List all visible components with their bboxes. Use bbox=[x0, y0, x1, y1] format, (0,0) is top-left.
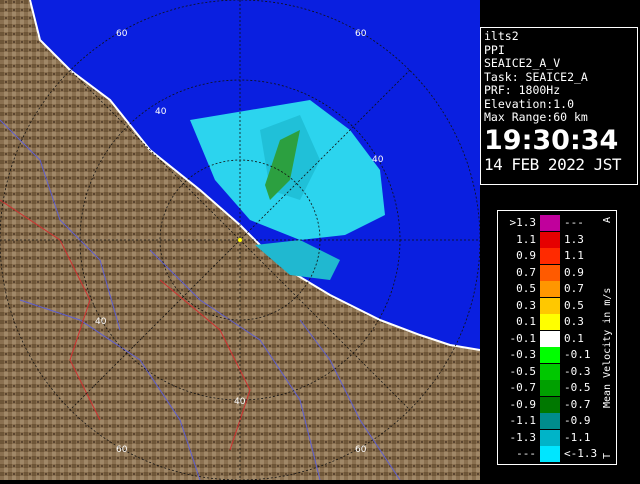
max-range-value: Max Range:60 km bbox=[484, 110, 588, 124]
ring-label-40-right: 40 bbox=[372, 155, 384, 165]
legend-row: 0.3 0.5 bbox=[502, 297, 594, 314]
legend-row: -0.9 -0.7 bbox=[502, 396, 594, 413]
legend-low-value: -0.5 bbox=[509, 364, 537, 378]
prf-value: PRF: 1800Hz bbox=[484, 83, 561, 97]
scan-time: 19:30:34 bbox=[484, 124, 619, 156]
legend-color-swatch bbox=[540, 380, 560, 396]
product-name: SEAICE2_A_V bbox=[484, 56, 561, 70]
ring-label-60-right: 60 bbox=[355, 29, 367, 39]
legend-low-value: -1.1 bbox=[509, 414, 537, 427]
legend-high-value: -1.1 bbox=[564, 430, 591, 444]
legend-high-value: -0.1 bbox=[564, 348, 591, 361]
elevation-value: Elevation:1.0 bbox=[484, 96, 575, 111]
legend-corner-top: A bbox=[602, 217, 613, 223]
scan-date: 14 FEB 2022 JST bbox=[484, 154, 622, 174]
legend-unit-text: Mean Velocity in m/s bbox=[602, 288, 613, 408]
legend-row: 0.1 0.3 bbox=[502, 314, 594, 330]
legend-color-swatch bbox=[540, 297, 560, 314]
ring-label-40-top: 40 bbox=[155, 107, 167, 117]
legend-high-value: --- bbox=[564, 216, 584, 229]
legend-low-value: -0.3 bbox=[509, 348, 537, 361]
legend-row: 1.1 1.3 bbox=[502, 231, 594, 248]
legend-row: >1.3 --- bbox=[502, 215, 594, 231]
legend-high-value: -0.9 bbox=[564, 414, 591, 427]
ring-label-40-bottom: 40 bbox=[234, 397, 246, 407]
legend-high-value: 1.3 bbox=[564, 232, 584, 246]
legend-high-value: -0.5 bbox=[564, 381, 591, 394]
legend-row: 0.9 1.1 bbox=[502, 248, 594, 264]
legend-high-value: 0.7 bbox=[564, 282, 584, 295]
legend-color-swatch bbox=[540, 231, 560, 248]
legend-low-value: 0.7 bbox=[516, 265, 536, 279]
legend-low-value: 1.1 bbox=[516, 232, 536, 246]
legend-row: -0.7 -0.5 bbox=[502, 380, 594, 396]
legend-high-value: 0.9 bbox=[564, 265, 584, 279]
legend-corner-bottom: T bbox=[602, 453, 613, 459]
legend-low-value: -1.3 bbox=[509, 430, 537, 444]
legend-color-swatch bbox=[540, 446, 560, 462]
legend-row: -1.1 -0.9 bbox=[502, 413, 594, 429]
legend-color-swatch bbox=[540, 347, 560, 363]
legend-row: -1.3 -1.1 bbox=[502, 429, 594, 446]
legend-color-swatch bbox=[540, 281, 560, 297]
legend-low-value: -0.1 bbox=[509, 331, 537, 345]
legend-color-swatch bbox=[540, 363, 560, 380]
legend-row: --- <-1.3 bbox=[502, 446, 597, 462]
legend-row: 0.7 0.9 bbox=[502, 264, 594, 281]
radar-image: 60 60 40 40 40 40 60 60 bbox=[0, 0, 481, 481]
legend-high-value: -0.7 bbox=[564, 397, 591, 411]
legend-high-value: 0.1 bbox=[564, 331, 584, 345]
velocity-legend: >1.3 --- 1.1 1.3 0.9 1.1 0.7 0.9 0.5 0.7 0.3 0.5 0.1… bbox=[497, 210, 617, 465]
legend-low-value: 0.3 bbox=[516, 298, 536, 312]
ring-label-60-bottom-right: 60 bbox=[355, 445, 367, 455]
legend-row: -0.5 -0.3 bbox=[502, 363, 594, 380]
legend-high-value: <-1.3 bbox=[564, 447, 598, 460]
legend-low-value: --- bbox=[516, 447, 536, 460]
legend-low-value: >1.3 bbox=[509, 216, 537, 229]
legend-color-swatch bbox=[540, 429, 560, 446]
legend-high-value: -0.3 bbox=[564, 364, 591, 378]
info-panel: ilts2 PPI SEAICE2_A_V Task: SEAICE2_A PR… bbox=[480, 27, 638, 185]
legend-high-value: 0.5 bbox=[564, 298, 584, 312]
legend-color-swatch bbox=[540, 248, 560, 264]
legend-color-swatch bbox=[540, 413, 560, 429]
legend-color-swatch bbox=[540, 330, 560, 347]
ring-label-40-left: 40 bbox=[95, 317, 107, 327]
radar-center bbox=[238, 238, 242, 242]
legend-low-value: 0.5 bbox=[516, 282, 536, 295]
legend-unit-label: A Mean Velocity in m/s T bbox=[602, 217, 613, 459]
ring-label-60-bottom-left: 60 bbox=[116, 445, 128, 455]
legend-row: 0.5 0.7 bbox=[502, 281, 594, 297]
legend-color-swatch bbox=[540, 215, 560, 231]
legend-color-swatch bbox=[540, 314, 560, 330]
legend-low-value: 0.1 bbox=[516, 315, 536, 328]
legend-low-value: 0.9 bbox=[516, 249, 536, 262]
legend-color-swatch bbox=[540, 396, 560, 413]
legend-row: -0.1 0.1 bbox=[502, 330, 594, 347]
legend-row: -0.3 -0.1 bbox=[502, 347, 594, 363]
scan-mode: PPI bbox=[484, 42, 505, 57]
ring-label-60-top: 60 bbox=[116, 29, 128, 39]
legend-low-value: -0.7 bbox=[509, 381, 537, 394]
legend-low-value: -0.9 bbox=[509, 397, 537, 411]
legend-high-value: 0.3 bbox=[564, 315, 584, 328]
task-name: Task: SEAICE2_A bbox=[484, 69, 588, 84]
legend-high-value: 1.1 bbox=[564, 249, 584, 262]
legend-color-swatch bbox=[540, 264, 560, 281]
radar-ppi-display[interactable]: 60 60 40 40 40 40 60 60 bbox=[0, 0, 481, 481]
radar-name: ilts2 bbox=[484, 29, 519, 43]
